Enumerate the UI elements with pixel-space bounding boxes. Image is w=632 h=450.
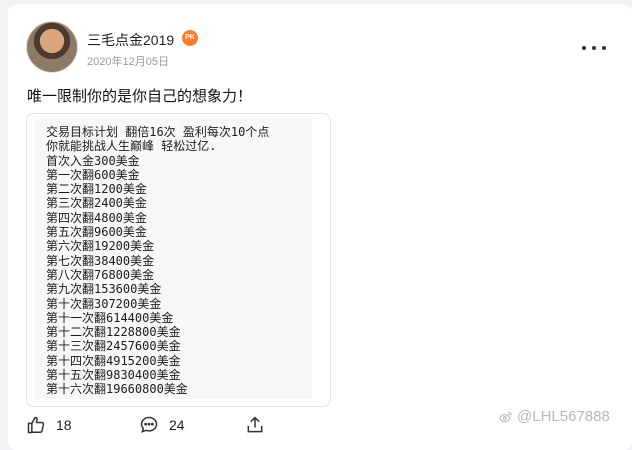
share-icon bbox=[247, 416, 263, 433]
image-text-line: 第十二次翻1228800美金 bbox=[46, 325, 181, 340]
image-text-line: 第一次翻600美金 bbox=[46, 167, 140, 182]
post-text: 唯一限制你的是你自己的想象力！ bbox=[27, 88, 253, 105]
like-count: 18 bbox=[56, 417, 72, 433]
image-text-line: 第十五次翻9830400美金 bbox=[46, 368, 181, 383]
post-card: 三毛点金2019 PK 2020年12月05日 唯一限制你的是你自己的想象力！ … bbox=[8, 4, 632, 450]
image-text-line: 第九次翻153600美金 bbox=[46, 282, 162, 297]
like-button[interactable]: 18 bbox=[26, 415, 72, 435]
image-text-line: 第十六次翻19660800美金 bbox=[46, 382, 188, 397]
author-name[interactable]: 三毛点金2019 bbox=[87, 30, 174, 50]
post-date: 2020年12月05日 bbox=[87, 56, 169, 68]
comment-icon bbox=[140, 416, 158, 433]
weibo-logo-icon bbox=[499, 411, 512, 422]
image-text-line: 第七次翻38400美金 bbox=[46, 253, 155, 268]
comment-button[interactable]: 24 bbox=[139, 415, 185, 435]
more-icon[interactable] bbox=[582, 42, 606, 54]
image-text-line: 第三次翻2400美金 bbox=[46, 196, 147, 211]
image-text-line: 首次入金300美金 bbox=[46, 153, 140, 168]
image-text-line: 第四次翻4800美金 bbox=[46, 210, 147, 225]
avatar[interactable] bbox=[26, 21, 78, 73]
comment-count: 24 bbox=[169, 417, 185, 433]
post-image[interactable]: 交易目标计划 翻倍16次 盈利每次10个点 你就能挑战人生巅峰 轻松过亿. 首次入金… bbox=[26, 113, 331, 407]
thumbs-up-icon bbox=[27, 416, 45, 434]
image-text-line: 第八次翻76800美金 bbox=[46, 267, 155, 282]
level-badge: PK bbox=[182, 30, 198, 46]
image-text-line: 第十三次翻2457600美金 bbox=[46, 339, 181, 354]
image-text-line: 你就能挑战人生巅峰 轻松过亿. bbox=[46, 139, 217, 154]
image-text-line: 交易目标计划 翻倍16次 盈利每次10个点 bbox=[46, 125, 270, 139]
image-text-line: 第五次翻9600美金 bbox=[46, 225, 147, 240]
image-text-line: 第十四次翻4915200美金 bbox=[46, 353, 181, 368]
image-text-line: 第十一次翻614400美金 bbox=[46, 310, 174, 325]
watermark: @LHL567888 bbox=[499, 408, 610, 425]
image-text-line: 第二次翻1200美金 bbox=[46, 182, 147, 197]
image-text-line: 第十次翻307200美金 bbox=[46, 296, 162, 311]
image-text-line: 第六次翻19200美金 bbox=[46, 239, 155, 254]
share-button[interactable] bbox=[245, 415, 265, 435]
image-text: 交易目标计划 翻倍16次 盈利每次10个点 你就能挑战人生巅峰 轻松过亿. 首次入金… bbox=[35, 119, 312, 399]
